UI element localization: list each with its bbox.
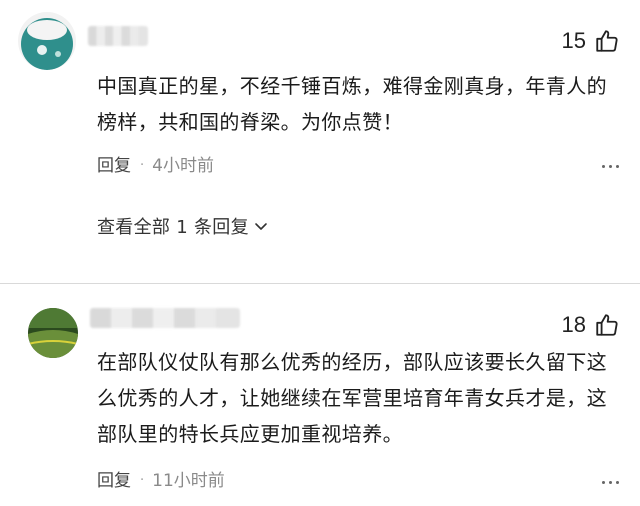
view-replies-button[interactable]: 查看全部 1 条回复 xyxy=(97,213,269,239)
like-button[interactable]: 15 xyxy=(562,28,620,54)
more-dots-icon[interactable] xyxy=(602,165,619,168)
avatar[interactable] xyxy=(28,308,78,358)
meta-separator: · xyxy=(140,473,145,488)
thumbs-up-icon[interactable] xyxy=(594,312,620,338)
comment-meta: 回复 · 4小时前 xyxy=(97,155,214,177)
like-button[interactable]: 18 xyxy=(562,312,620,338)
more-dots-icon[interactable] xyxy=(602,481,619,484)
meta-separator: · xyxy=(140,158,145,173)
comment-meta: 回复 · 11小时前 xyxy=(97,470,225,492)
reply-button[interactable]: 回复 xyxy=(97,470,131,492)
chevron-down-icon xyxy=(249,218,269,234)
comment-time: 4小时前 xyxy=(152,156,214,176)
like-count: 15 xyxy=(561,28,586,53)
username[interactable] xyxy=(90,308,240,328)
reply-button[interactable]: 回复 xyxy=(97,155,131,177)
comment-time: 11小时前 xyxy=(152,471,225,491)
username[interactable] xyxy=(88,26,148,46)
thumbs-up-icon[interactable] xyxy=(594,28,620,54)
comment-item: 15 中国真正的星，不经千锤百炼，难得金刚真身，年青人的榜样，共和国的脊梁。为你… xyxy=(0,0,640,280)
view-replies-label: 查看全部 1 条回复 xyxy=(97,217,249,238)
avatar[interactable] xyxy=(18,12,76,70)
comment-text: 中国真正的星，不经千锤百炼，难得金刚真身，年青人的榜样，共和国的脊梁。为你点赞！ xyxy=(97,74,607,134)
comment-text: 在部队仪仗队有那么优秀的经历，部队应该要长久留下这么优秀的人才，让她继续在军营里… xyxy=(97,350,607,446)
comment-item: 18 在部队仪仗队有那么优秀的经历，部队应该要长久留下这么优秀的人才，让她继续在… xyxy=(0,284,640,506)
like-count: 18 xyxy=(561,312,586,337)
